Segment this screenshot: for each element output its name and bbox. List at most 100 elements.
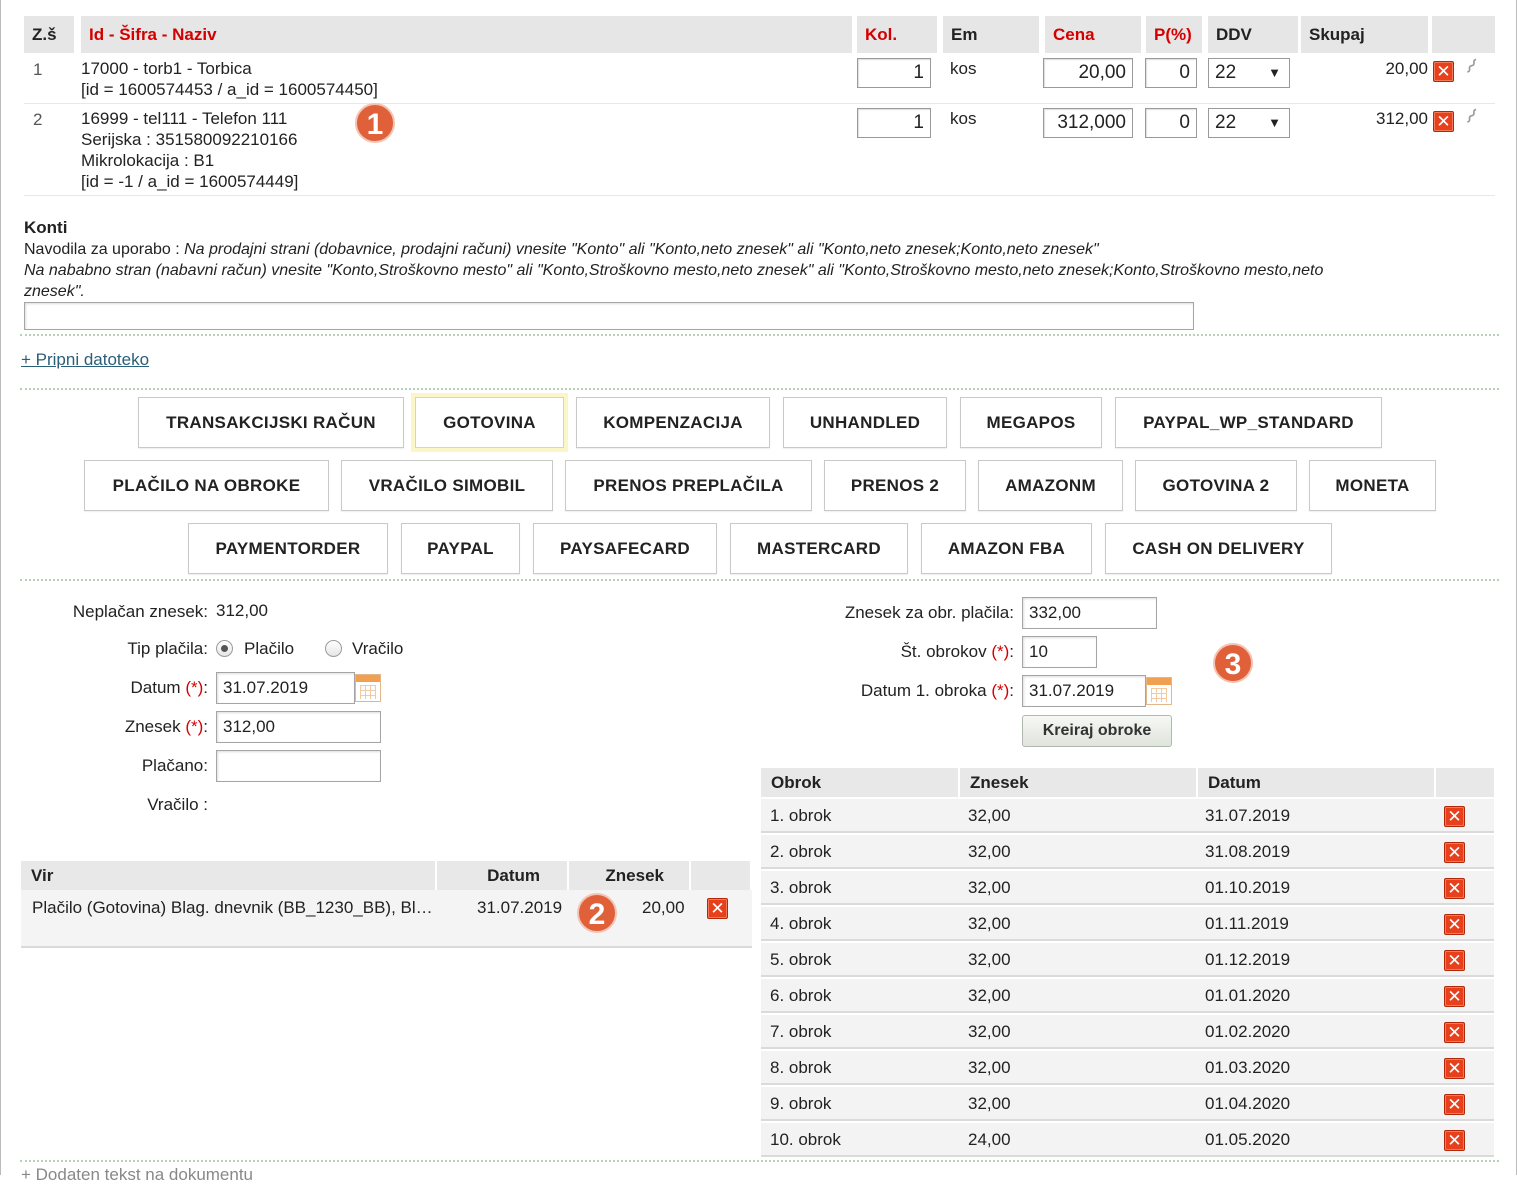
installments-header-actions: [1436, 768, 1496, 797]
payment-button-transakcijski-racun[interactable]: TRANSAKCIJSKI RAČUN: [138, 397, 404, 448]
delete-icon[interactable]: ✕: [707, 898, 728, 919]
payment-type-radio-placilo[interactable]: [216, 640, 233, 657]
payment-date-input[interactable]: 31.07.2019: [216, 672, 355, 704]
delete-icon[interactable]: ✕: [1444, 1022, 1465, 1043]
installment-label: 4. obrok: [770, 914, 832, 933]
delete-icon[interactable]: ✕: [1444, 878, 1465, 899]
table-row: 7. obrok 32,00 01.02.2020 ✕: [761, 1015, 1494, 1049]
first-installment-date-input[interactable]: 31.07.2019: [1022, 675, 1146, 707]
payment-button-megapos[interactable]: MEGAPOS: [960, 397, 1102, 448]
installment-amount: 32,00: [968, 914, 1011, 933]
quantity-input[interactable]: 1: [857, 108, 931, 138]
installment-label: 3. obrok: [770, 878, 832, 897]
required-marker: (*): [185, 678, 204, 697]
delete-icon[interactable]: ✕: [1433, 61, 1454, 82]
delete-icon[interactable]: ✕: [1444, 914, 1465, 935]
installment-label: 5. obrok: [770, 950, 832, 969]
payment-button-mastercard[interactable]: MASTERCARD: [730, 523, 908, 574]
delete-icon[interactable]: ✕: [1433, 111, 1454, 132]
payment-button-prenos-preplacila[interactable]: PRENOS PREPLAČILA: [565, 460, 812, 511]
payment-button-amazon-fba[interactable]: AMAZON FBA: [921, 523, 1092, 574]
col-header-naziv[interactable]: Id - Šifra - Naziv: [81, 16, 852, 53]
paid-input[interactable]: [216, 750, 381, 782]
installment-amount-input[interactable]: 332,00: [1022, 597, 1157, 629]
delete-icon[interactable]: ✕: [1444, 1094, 1465, 1115]
payment-button-prenos-2[interactable]: PRENOS 2: [824, 460, 966, 511]
discount-input[interactable]: 0: [1145, 108, 1197, 138]
payment-button-paysafecard[interactable]: PAYSAFECARD: [533, 523, 717, 574]
installment-amount: 32,00: [968, 842, 1011, 861]
delete-icon[interactable]: ✕: [1444, 1058, 1465, 1079]
price-input[interactable]: 20,00: [1043, 58, 1133, 88]
payment-type-radio-vracilo[interactable]: [325, 640, 342, 657]
payment-button-placilo-na-obroke[interactable]: PLAČILO NA OBROKE: [84, 460, 329, 511]
payment-button-cash-on-delivery[interactable]: CASH ON DELIVERY: [1105, 523, 1332, 574]
installment-label: 10. obrok: [770, 1130, 841, 1149]
delete-icon[interactable]: ✕: [1444, 950, 1465, 971]
payment-button-paypal-wp-standard[interactable]: PAYPAL_WP_STANDARD: [1115, 397, 1382, 448]
payment-button-vracilo-simobil[interactable]: VRAČILO SIMOBIL: [341, 460, 553, 511]
konti-title: Konti: [24, 218, 68, 237]
col-header-em: Em: [943, 16, 1039, 53]
payment-button-amazonm[interactable]: AMAZONM: [978, 460, 1123, 511]
calendar-icon[interactable]: [1146, 677, 1172, 705]
payment-amount-input[interactable]: 312,00: [216, 711, 381, 743]
konti-instr-line3: znesek".: [24, 283, 85, 300]
vat-select[interactable]: 22 ▼: [1208, 108, 1290, 138]
row-divider: [24, 103, 1495, 104]
payment-button-gotovina-2[interactable]: GOTOVINA 2: [1135, 460, 1297, 511]
payment-button-unhandled[interactable]: UNHANDLED: [783, 397, 947, 448]
vat-value: 22: [1215, 62, 1237, 83]
payment-button-paypal[interactable]: PAYPAL: [401, 523, 520, 574]
attach-file-link[interactable]: + Pripni datoteko: [21, 350, 149, 370]
col-header-ddv: DDV: [1208, 16, 1298, 53]
payment-type-placilo-label[interactable]: Plačilo: [244, 638, 294, 660]
create-installments-button[interactable]: Kreiraj obroke: [1022, 715, 1172, 747]
item-ids: [id = 1600574453 / a_id = 1600574450]: [81, 80, 378, 99]
payment-date: 31.07.2019: [477, 898, 563, 917]
divider: [20, 388, 1499, 390]
additional-text-link[interactable]: + Dodaten tekst na dokumentu: [21, 1164, 253, 1186]
installment-date: 01.10.2019: [1205, 878, 1291, 897]
delete-icon[interactable]: ✕: [1444, 986, 1465, 1007]
payments-header-source: Vir: [21, 861, 437, 890]
installment-label: 7. obrok: [770, 1022, 832, 1041]
paid-label: Plačano:: [141, 756, 208, 775]
installment-amount: 32,00: [968, 1058, 1011, 1077]
delete-icon[interactable]: ✕: [1444, 1130, 1465, 1151]
annotation-badge: 1: [355, 103, 395, 143]
col-header-actions: [1432, 16, 1495, 53]
table-row: 6. obrok 32,00 01.01.2020 ✕: [761, 979, 1494, 1013]
table-row: 3. obrok 32,00 01.10.2019 ✕: [761, 871, 1494, 905]
delete-icon[interactable]: ✕: [1444, 842, 1465, 863]
payment-button-paymentorder[interactable]: PAYMENTORDER: [188, 523, 388, 574]
calendar-icon[interactable]: [355, 674, 381, 702]
price-input[interactable]: 312,000: [1043, 108, 1133, 138]
col-header-cena[interactable]: Cena: [1045, 16, 1141, 53]
col-header-skupaj: Skupaj: [1301, 16, 1428, 53]
item-name: 17000 - torb1 - Torbica: [81, 59, 252, 78]
discount-input[interactable]: 0: [1145, 58, 1197, 88]
quantity-input[interactable]: 1: [857, 58, 931, 88]
payment-button-gotovina[interactable]: GOTOVINA: [415, 397, 564, 448]
installment-date: 31.08.2019: [1205, 842, 1291, 861]
installments-header-obrok: Obrok: [761, 768, 960, 797]
vat-select[interactable]: 22 ▼: [1208, 58, 1290, 88]
item-serial: Serijska : 351580092210166: [81, 130, 298, 149]
required-marker: (*): [185, 717, 204, 736]
installment-label: 9. obrok: [770, 1094, 832, 1113]
delete-icon[interactable]: ✕: [1444, 806, 1465, 827]
payment-type-label: Tip plačila:: [127, 639, 208, 658]
payment-type-vracilo-label[interactable]: Vračilo: [352, 638, 403, 660]
col-header-kol[interactable]: Kol.: [857, 16, 937, 53]
chevron-down-icon: ▼: [1268, 65, 1281, 80]
required-marker: (*): [991, 642, 1010, 661]
konti-input[interactable]: [24, 302, 1194, 330]
payment-button-moneta[interactable]: MONETA: [1309, 460, 1436, 511]
date-label: Datum (*):: [30, 677, 208, 699]
installment-amount: 32,00: [968, 878, 1011, 897]
vat-value: 22: [1215, 112, 1237, 133]
payment-button-kompenzacija[interactable]: KOMPENZACIJA: [576, 397, 770, 448]
installment-count-input[interactable]: 10: [1022, 636, 1097, 668]
col-header-popust[interactable]: P(%): [1146, 16, 1202, 53]
